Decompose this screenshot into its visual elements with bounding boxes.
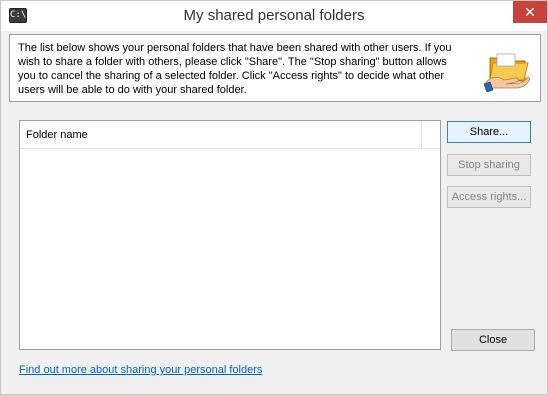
column-header-folder-name[interactable]: Folder name — [20, 121, 422, 149]
close-window-button[interactable]: ✕ — [513, 1, 547, 23]
help-link[interactable]: Find out more about sharing your persona… — [19, 364, 262, 376]
info-text: The list below shows your personal folde… — [18, 42, 452, 96]
list-header: Folder name — [20, 121, 440, 149]
close-button[interactable]: Close — [451, 329, 535, 351]
info-panel: The list below shows your personal folde… — [9, 34, 541, 102]
window-title: My shared personal folders — [183, 7, 365, 24]
share-button[interactable]: Share... — [447, 121, 531, 143]
stop-sharing-button[interactable]: Stop sharing — [447, 154, 531, 176]
title-bar[interactable]: C:\ My shared personal folders ✕ — [1, 1, 547, 31]
dialog-window: C:\ My shared personal folders ✕ The lis… — [0, 0, 548, 395]
shared-folder-icon — [484, 53, 531, 92]
access-rights-button[interactable]: Access rights... — [447, 186, 531, 208]
folder-list[interactable]: Folder name — [19, 120, 441, 350]
